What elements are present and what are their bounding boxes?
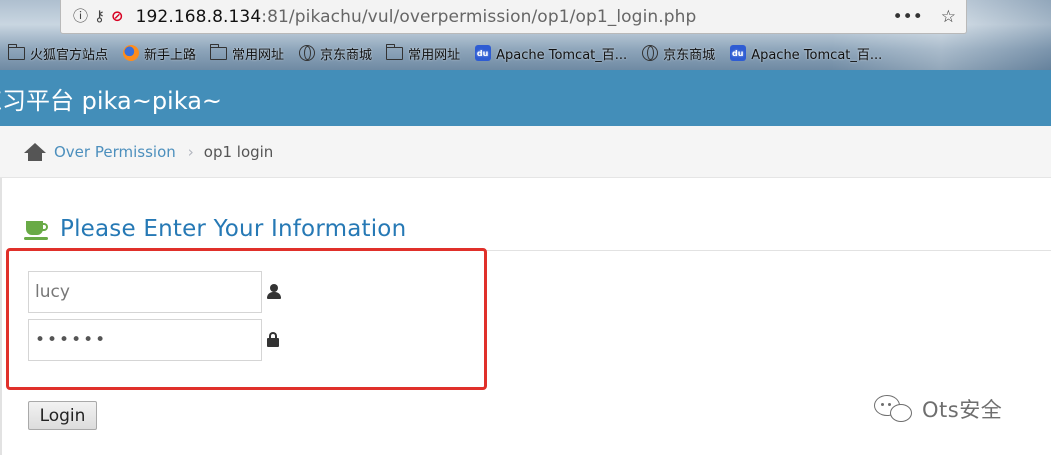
bookmark-label: 京东商城 [663,47,716,63]
breadcrumb-current: op1 login [203,142,274,161]
folder-icon [385,43,404,60]
folder-icon [209,43,228,60]
bookmark-label: 火狐官方站点 [30,47,109,63]
folder-icon [7,43,25,60]
bookmark-item[interactable]: 火狐官方站点 [7,43,109,63]
bookmark-item[interactable]: du Apache Tomcat_百... [474,44,627,63]
password-input[interactable] [28,319,262,361]
bookmark-item[interactable]: 常用网址 [385,43,461,63]
address-bar[interactable]: ⓘ ⚷ ⊘ 192.168.8.134:81/pikachu/vul/overp… [60,0,967,34]
chevron-right-icon: › [187,142,194,161]
breadcrumb: Over Permission › op1 login [0,126,1051,178]
watermark: Ots安全 [874,393,1002,425]
url-host: 192.168.8.134 [135,6,262,27]
info-icon[interactable]: ⓘ [73,9,88,24]
address-bar-actions: ••• ☆ [893,7,966,27]
address-bar-icons: ⓘ ⚷ ⊘ [61,9,124,24]
watermark-text: Ots安全 [922,398,1003,422]
bookmark-label: Apache Tomcat_百... [751,47,883,63]
bookmark-item[interactable]: 京东商城 [641,44,715,63]
baidu-paw-icon: du [474,45,491,61]
home-icon[interactable] [24,142,46,162]
key-icon[interactable]: ⚷ [94,9,105,24]
url-text[interactable]: 192.168.8.134:81/pikachu/vul/overpermiss… [136,7,697,27]
insecure-connection-icon[interactable]: ⊘ [111,9,124,24]
globe-icon [298,45,315,61]
coffee-cup-icon [24,219,50,241]
bookmark-item[interactable]: 新手上路 [122,44,196,63]
bookmark-label: 常用网址 [408,47,461,63]
bookmark-item[interactable]: 京东商城 [298,44,372,63]
bookmark-label: Apache Tomcat_百... [496,47,628,63]
login-button[interactable]: Login [28,401,97,430]
globe-icon [641,45,658,61]
wechat-icon [874,393,916,425]
bookmark-label: 京东商城 [320,47,373,63]
bookmark-star-icon[interactable]: ☆ [941,7,956,27]
browser-chrome: ⓘ ⚷ ⊘ 192.168.8.134:81/pikachu/vul/overp… [0,0,1051,70]
page-title: Please Enter Your Information [60,216,407,242]
user-icon [267,284,281,300]
username-input[interactable] [28,271,262,313]
bookmark-label: 新手上路 [144,47,197,63]
breadcrumb-link-over-permission[interactable]: Over Permission [54,143,176,161]
bookmark-item[interactable]: du Apache Tomcat_百... [729,44,882,63]
firefox-icon [122,45,139,61]
bookmark-label: 常用网址 [232,47,285,63]
more-dots-icon[interactable]: ••• [893,7,923,27]
page-header: Please Enter Your Information [24,208,1051,251]
lock-icon [267,332,279,347]
site-header: 练习平台 pika~pika~ [0,70,1051,126]
site-title[interactable]: 练习平台 pika~pika~ [0,81,222,116]
bookmarks-toolbar: 火狐官方站点 新手上路 常用网址 京东商城 常用网址 du Apache Tom… [0,38,1051,68]
bookmark-item[interactable]: 常用网址 [209,43,285,63]
sidebar-divider [0,178,2,455]
url-path: :81/pikachu/vul/overpermission/op1/op1_l… [261,6,697,27]
baidu-paw-icon: du [729,45,746,61]
